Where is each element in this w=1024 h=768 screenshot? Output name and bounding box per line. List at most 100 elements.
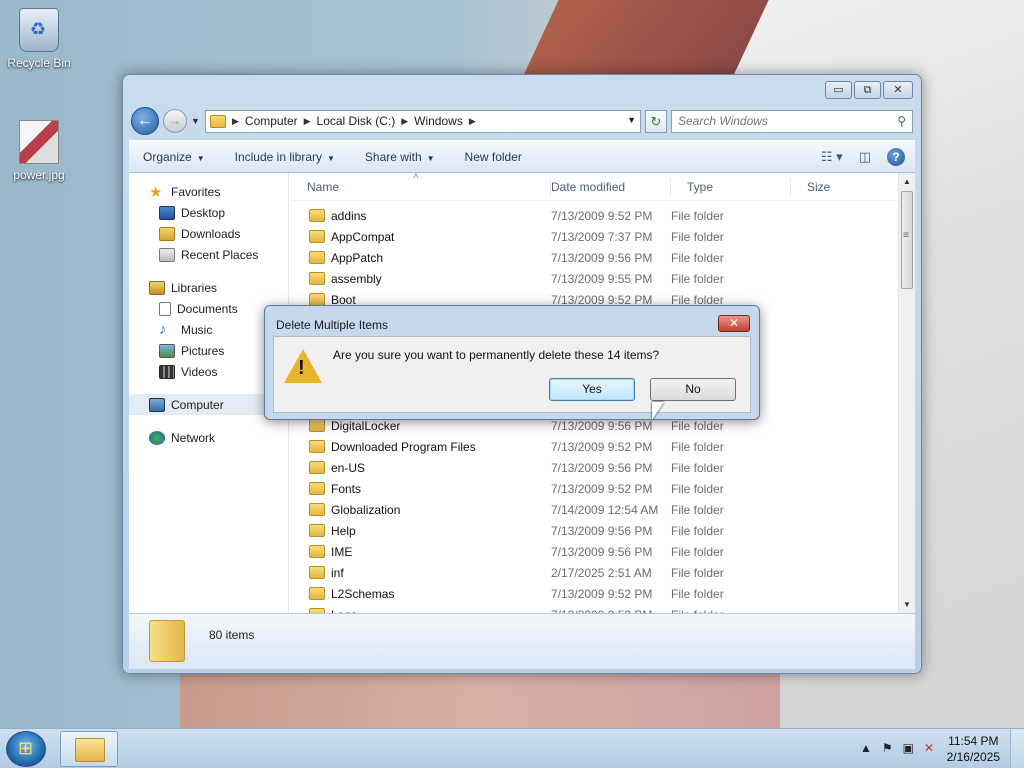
preview-pane-icon[interactable]: ◫ (859, 149, 871, 165)
date-modified-cell: 7/13/2009 9:56 PM (551, 418, 653, 433)
clock[interactable]: 11:54 PM 2/16/2025 (947, 733, 1000, 765)
file-name-cell: inf (291, 566, 551, 580)
recent-pages-dropdown[interactable]: ▼ (191, 116, 201, 126)
volume-muted-icon[interactable]: ✕ (924, 741, 934, 755)
include-in-library-button[interactable]: Include in library ▼ (235, 150, 335, 164)
command-bar: Organize ▼ Include in library ▼ Share with… (129, 140, 915, 173)
table-row[interactable]: L2Schemas 7/13/2009 9:52 PM File folder (291, 583, 915, 604)
date-modified-cell: 7/14/2009 12:54 AM (551, 502, 659, 517)
folder-icon (309, 524, 325, 537)
date-modified-cell: 7/13/2009 9:52 PM (551, 586, 653, 601)
search-input[interactable] (678, 114, 898, 128)
vertical-scrollbar[interactable]: ▲ ▼ (898, 173, 915, 613)
breadcrumb-computer[interactable]: Computer (245, 114, 298, 128)
nav-downloads[interactable]: Downloads (129, 223, 288, 244)
minimize-button[interactable]: ▭ (825, 81, 852, 99)
column-header-name[interactable]: Name (291, 173, 551, 196)
wallpaper-accent (521, 0, 769, 80)
maximize-button[interactable]: ⧉ (854, 81, 881, 99)
table-row[interactable]: en-US 7/13/2009 9:56 PM File folder (291, 457, 915, 478)
type-cell: File folder (671, 565, 724, 580)
column-headers: Name Date modified Type Size (291, 173, 915, 201)
date-modified-cell: 2/17/2025 2:51 AM (551, 565, 652, 580)
share-with-label: Share with (364, 149, 422, 164)
desktop-icon-power-jpg[interactable]: power.jpg (1, 120, 77, 182)
dialog-close-button[interactable]: ✕ (718, 315, 750, 332)
include-in-library-label: Include in library (234, 149, 322, 164)
network-tray-icon[interactable]: ▣ (903, 741, 914, 755)
chevron-right-icon[interactable]: ▶ (304, 116, 311, 127)
folder-icon (309, 587, 325, 600)
address-bar[interactable]: ▶ Computer ▶ Local Disk (C:) ▶ Windows ▶… (205, 109, 641, 133)
table-row[interactable]: Fonts 7/13/2009 9:52 PM File folder (291, 478, 915, 499)
nav-desktop[interactable]: Desktop (129, 202, 288, 223)
nav-libraries[interactable]: Libraries (129, 277, 288, 298)
nav-recent-places[interactable]: Recent Places (129, 244, 288, 265)
date-modified-cell: 7/13/2009 9:56 PM (551, 460, 653, 475)
taskbar: ▲ ⚑ ▣ ✕ 11:54 PM 2/16/2025 (0, 728, 1024, 768)
table-row[interactable]: Globalization 7/14/2009 12:54 AM File fold… (291, 499, 915, 520)
nav-label: Desktop (181, 205, 226, 220)
table-row[interactable]: Downloaded Program Files 7/13/2009 9:52 P… (291, 436, 915, 457)
table-row[interactable]: AppCompat 7/13/2009 7:37 PM File folder (291, 226, 915, 247)
table-row[interactable]: assembly 7/13/2009 9:55 PM File folder (291, 268, 915, 289)
type-cell: File folder (671, 271, 724, 286)
address-dropdown-icon[interactable]: ▼ (627, 115, 636, 125)
table-row[interactable]: AppPatch 7/13/2009 9:56 PM File folder (291, 247, 915, 268)
forward-button[interactable]: → (163, 109, 187, 133)
navigation-bar: ← → ▼ ▶ Computer ▶ Local Disk (C:) ▶ Win… (131, 107, 913, 135)
new-folder-button[interactable]: New folder (465, 150, 522, 164)
file-name-cell: assembly (291, 272, 551, 286)
search-box[interactable]: ⚲ (671, 109, 913, 133)
table-row[interactable]: IME 7/13/2009 9:56 PM File folder (291, 541, 915, 562)
date-modified-cell: 7/13/2009 9:52 PM (551, 439, 653, 454)
file-name-cell: Help (291, 524, 551, 538)
organize-button[interactable]: Organize ▼ (143, 150, 205, 164)
nav-network[interactable]: Network (129, 427, 288, 448)
date-modified-cell: 7/13/2009 9:52 PM (551, 208, 653, 223)
folder-icon (309, 545, 325, 558)
table-row[interactable]: Logs7/13/2009 9:52 PMFile folder (291, 604, 915, 613)
share-with-button[interactable]: Share with ▼ (365, 150, 435, 164)
breadcrumb-local-disk[interactable]: Local Disk (C:) (317, 114, 396, 128)
column-header-type[interactable]: Type (671, 177, 791, 196)
table-row[interactable]: Help 7/13/2009 9:56 PM File folder (291, 520, 915, 541)
breadcrumb-windows[interactable]: Windows (414, 114, 463, 128)
column-header-size[interactable]: Size (791, 178, 871, 196)
date-modified-cell: 7/13/2009 9:56 PM (551, 523, 653, 538)
close-button[interactable]: ✕ (883, 81, 913, 99)
type-cell: File folder (671, 460, 724, 475)
type-cell: File folder (671, 229, 724, 244)
desktop-icon-recycle-bin[interactable]: Recycle Bin (1, 8, 77, 70)
search-icon[interactable]: ⚲ (897, 114, 906, 128)
chevron-right-icon[interactable]: ▶ (469, 116, 476, 127)
chevron-right-icon[interactable]: ▶ (232, 116, 239, 127)
libraries-icon (149, 280, 165, 295)
clock-time: 11:54 PM (948, 734, 999, 748)
start-button[interactable] (6, 731, 46, 767)
no-button[interactable]: No (650, 378, 736, 401)
scroll-up-icon[interactable]: ▲ (899, 173, 915, 190)
nav-favorites[interactable]: ★ Favorites (129, 181, 288, 202)
yes-button[interactable]: Yes (549, 378, 635, 401)
scroll-down-icon[interactable]: ▼ (899, 596, 915, 613)
table-row[interactable]: addins 7/13/2009 9:52 PM File folder (291, 205, 915, 226)
folder-icon (309, 230, 325, 243)
refresh-button[interactable]: ↻ (645, 109, 667, 133)
help-icon[interactable]: ? (887, 148, 905, 166)
file-name: assembly (331, 271, 382, 286)
nav-label: Downloads (181, 226, 241, 241)
taskbar-explorer-button[interactable] (60, 731, 118, 767)
change-view-icon[interactable]: ☷ ▾ (821, 149, 843, 165)
table-row[interactable]: inf 2/17/2025 2:51 AM File folder (291, 562, 915, 583)
back-button[interactable]: ← (131, 107, 159, 135)
column-header-date-modified[interactable]: Date modified (551, 177, 671, 196)
show-desktop-button[interactable] (1010, 729, 1024, 768)
chevron-right-icon[interactable]: ▶ (401, 116, 408, 127)
file-name-cell: DigitalLocker (291, 419, 551, 433)
scroll-thumb[interactable] (901, 191, 913, 289)
type-cell: File folder (671, 439, 724, 454)
show-hidden-icons-icon[interactable]: ▲ (860, 741, 872, 755)
folder-icon (309, 482, 325, 495)
action-center-flag-icon[interactable]: ⚑ (882, 741, 893, 755)
